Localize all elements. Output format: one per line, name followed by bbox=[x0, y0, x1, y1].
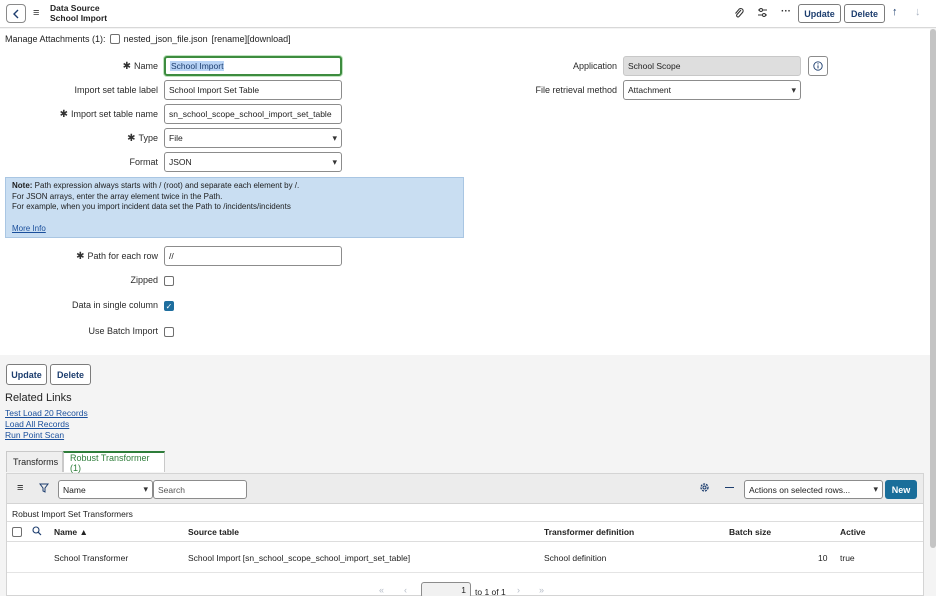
required-icon: ✱ bbox=[76, 251, 85, 262]
tab-robust-transformer[interactable]: Robust Transformer (1) bbox=[63, 451, 165, 473]
import-set-table-name-input[interactable]: sn_school_scope_school_import_set_table bbox=[164, 104, 342, 124]
related-links-title: Related Links bbox=[5, 392, 72, 404]
type-select[interactable]: File bbox=[164, 128, 342, 148]
list-search-input[interactable]: Search bbox=[153, 480, 247, 499]
list-menu-icon[interactable]: ≡ bbox=[17, 482, 23, 494]
more-info-link[interactable]: More Info bbox=[12, 224, 46, 233]
list-toolbar: ≡ Name Search Actions on selected rows..… bbox=[7, 474, 923, 504]
arrow-down-icon[interactable]: ↓ bbox=[915, 6, 921, 18]
pager-text: to 1 of 1 bbox=[475, 587, 506, 596]
page-scrollbar[interactable] bbox=[930, 29, 936, 548]
column-transformer-definition[interactable]: Transformer definition bbox=[544, 527, 634, 537]
info-icon bbox=[813, 61, 823, 71]
path-note: Note: Path expression always starts with… bbox=[5, 177, 464, 238]
row-batch-size: 10 bbox=[818, 553, 828, 563]
new-button[interactable]: New bbox=[885, 480, 917, 499]
delete-button-header[interactable]: Delete bbox=[844, 4, 885, 23]
attachments-row: Manage Attachments (1): nested_json_file… bbox=[5, 34, 291, 44]
application-label: Application bbox=[572, 61, 617, 71]
back-button[interactable] bbox=[6, 4, 26, 23]
note-line1: Path expression always starts with / (ro… bbox=[32, 181, 300, 190]
column-batch-size[interactable]: Batch size bbox=[729, 527, 771, 537]
form-title: Data Source School Import bbox=[50, 3, 108, 23]
more-options-icon[interactable]: ··· bbox=[781, 6, 791, 17]
single-column-checkbox[interactable]: ✓ bbox=[164, 301, 174, 311]
run-point-scan-link[interactable]: Run Point Scan bbox=[5, 430, 64, 440]
path-input[interactable]: // bbox=[164, 246, 342, 266]
row-active: true bbox=[840, 553, 855, 563]
import-set-table-label-input[interactable]: School Import Set Table bbox=[164, 80, 342, 100]
info-button[interactable] bbox=[808, 56, 828, 76]
prev-page-icon[interactable]: ‹ bbox=[404, 585, 407, 595]
test-load-link[interactable]: Test Load 20 Records bbox=[5, 408, 88, 418]
column-active[interactable]: Active bbox=[840, 527, 866, 537]
filter-icon[interactable] bbox=[39, 483, 49, 495]
attachment-checkbox[interactable] bbox=[109, 34, 120, 44]
note-bold: Note: bbox=[12, 181, 33, 190]
format-select[interactable]: JSON bbox=[164, 152, 342, 172]
name-label: ✱ Name bbox=[122, 61, 158, 72]
batch-import-checkbox[interactable] bbox=[164, 327, 174, 337]
page-input[interactable]: 1 bbox=[421, 582, 471, 596]
select-all-checkbox[interactable] bbox=[12, 527, 22, 537]
update-button-header[interactable]: Update bbox=[798, 4, 841, 23]
column-search-icon[interactable] bbox=[32, 526, 42, 538]
settings-sliders-icon[interactable] bbox=[757, 7, 768, 21]
next-page-icon[interactable]: › bbox=[517, 585, 520, 595]
search-field-select[interactable]: Name bbox=[58, 480, 153, 499]
type-label: ✱ Type bbox=[127, 133, 158, 144]
required-icon: ✱ bbox=[127, 133, 136, 144]
collapse-icon[interactable] bbox=[725, 487, 734, 488]
form-header: ≡ Data Source School Import ··· Update D… bbox=[0, 0, 936, 28]
note-line2: For JSON arrays, enter the array element… bbox=[12, 191, 223, 201]
required-icon: ✱ bbox=[122, 61, 131, 72]
data-source-form: Manage Attachments (1): nested_json_file… bbox=[0, 29, 930, 355]
list-header-row: Name ▲ Source table Transformer definiti… bbox=[7, 521, 923, 542]
paperclip-icon[interactable] bbox=[734, 7, 744, 22]
menu-icon[interactable]: ≡ bbox=[33, 7, 39, 19]
attachments-label: Manage Attachments (1): bbox=[5, 34, 106, 44]
last-page-icon[interactable]: » bbox=[539, 585, 544, 595]
attachment-file[interactable]: nested_json_file.json bbox=[124, 34, 208, 44]
file-retrieval-label: File retrieval method bbox=[535, 85, 617, 95]
tab-transforms[interactable]: Transforms bbox=[6, 451, 63, 472]
chevron-left-icon bbox=[13, 9, 19, 18]
arrow-up-icon[interactable]: ↑ bbox=[892, 6, 898, 18]
format-label: Format bbox=[129, 157, 158, 167]
form-title-record: School Import bbox=[50, 12, 108, 23]
row-source-table: School Import [sn_school_scope_school_im… bbox=[188, 553, 411, 563]
single-column-label: Data in single column bbox=[71, 300, 158, 310]
path-label: ✱ Path for each row bbox=[76, 251, 158, 262]
load-all-link[interactable]: Load All Records bbox=[5, 419, 69, 429]
name-input[interactable]: School Import bbox=[164, 56, 342, 76]
import-set-table-label-label: Import set table label bbox=[74, 85, 158, 95]
batch-import-label: Use Batch Import bbox=[88, 326, 158, 336]
file-retrieval-select[interactable]: Attachment bbox=[623, 80, 801, 100]
list-caption: Robust Import Set Transformers bbox=[12, 509, 133, 519]
list-settings-gear-icon[interactable] bbox=[699, 482, 710, 495]
required-icon: ✱ bbox=[59, 109, 68, 120]
first-page-icon[interactable]: « bbox=[379, 585, 384, 595]
column-name[interactable]: Name ▲ bbox=[54, 527, 88, 537]
update-button[interactable]: Update bbox=[6, 364, 47, 385]
delete-button[interactable]: Delete bbox=[50, 364, 91, 385]
attachment-actions[interactable]: [rename][download] bbox=[212, 34, 291, 44]
column-source-table[interactable]: Source table bbox=[188, 527, 239, 537]
zipped-label: Zipped bbox=[130, 275, 158, 285]
import-set-table-name-label: ✱ Import set table name bbox=[59, 109, 158, 120]
application-field: School Scope bbox=[623, 56, 801, 76]
actions-select[interactable]: Actions on selected rows... bbox=[744, 480, 883, 499]
robust-transformer-list: ≡ Name Search Actions on selected rows..… bbox=[6, 473, 924, 596]
zipped-checkbox[interactable] bbox=[164, 276, 174, 286]
row-definition-link[interactable]: School definition bbox=[544, 553, 606, 563]
table-row: School Transformer School Import [sn_sch… bbox=[7, 543, 923, 573]
row-name-link[interactable]: School Transformer bbox=[54, 553, 128, 563]
note-line3: For example, when you import incident da… bbox=[12, 202, 291, 211]
